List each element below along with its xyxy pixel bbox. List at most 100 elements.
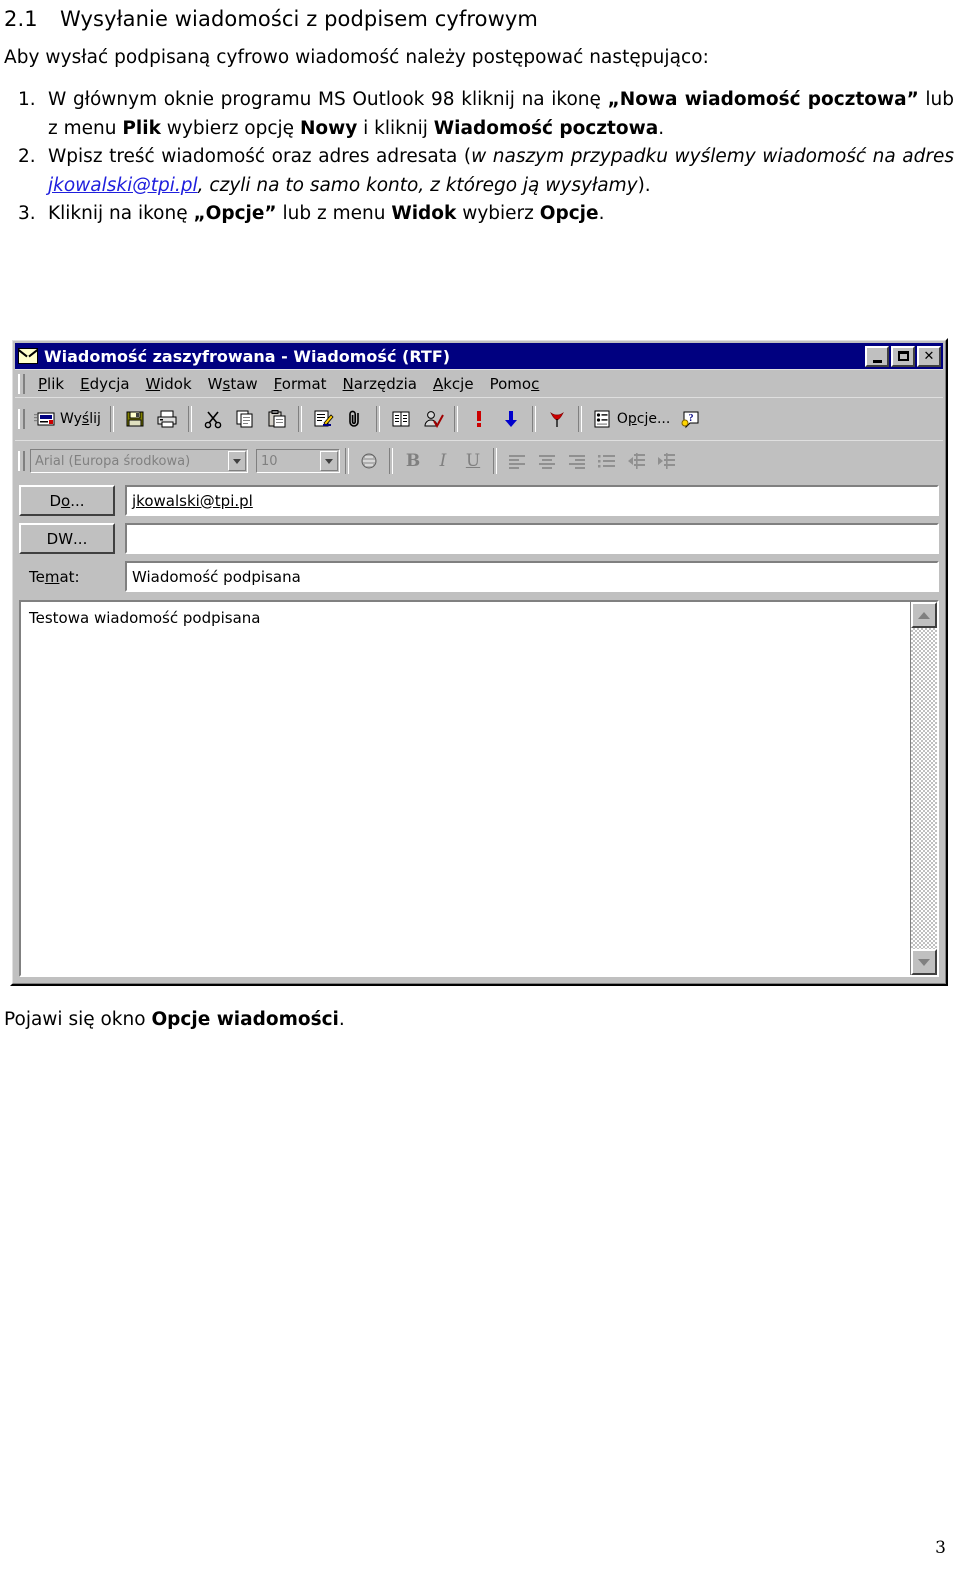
paperclip-icon <box>344 409 366 429</box>
subject-value: Wiadomość podpisana <box>132 567 301 586</box>
underline-icon: U <box>465 451 481 471</box>
fmtbar-grip[interactable] <box>18 451 25 471</box>
exclamation-icon <box>468 409 490 429</box>
toolbar-separator <box>493 448 497 474</box>
emphasis-italic: w naszym przypadku wyślemy wiadomość na … <box>471 146 954 167</box>
address-book-icon <box>390 409 412 429</box>
printer-icon <box>156 409 178 429</box>
scroll-down-button[interactable] <box>911 949 937 975</box>
menu-item-edycja[interactable]: Edycja <box>72 373 138 395</box>
triangle-down-icon <box>918 958 930 966</box>
subject-row: Temat: Wiadomość podpisana <box>19 561 939 592</box>
align-center-button[interactable] <box>532 447 562 475</box>
text-run: wybierz <box>456 203 540 224</box>
svg-text:?: ? <box>689 413 694 424</box>
cut-button[interactable] <box>197 403 229 435</box>
check-names-icon <box>422 409 444 429</box>
send-button[interactable]: Wyślij <box>30 403 105 435</box>
toolbar-separator <box>531 406 536 432</box>
bullet-list-icon <box>596 451 618 471</box>
close-button[interactable]: ✕ <box>917 345 941 367</box>
blue-down-arrow-icon <box>500 409 522 429</box>
font-name-combo[interactable]: Arial (Europa środkowa) <box>30 449 248 473</box>
attach-file-button[interactable] <box>339 403 371 435</box>
outlook-message-window: Wiadomość zaszyfrowana - Wiadomość (RTF)… <box>10 338 948 986</box>
menu-item-narzedzia[interactable]: Narzędzia <box>335 373 425 395</box>
red-flag-icon <box>546 409 568 429</box>
align-left-button[interactable] <box>502 447 532 475</box>
body-vertical-scrollbar[interactable] <box>910 602 937 975</box>
font-color-icon <box>358 451 380 471</box>
message-body-input[interactable]: Testowa wiadomość podpisana <box>21 602 910 975</box>
list-item: 3. Kliknij na ikonę „Opcje” lub z menu W… <box>0 200 960 229</box>
window-titlebar[interactable]: Wiadomość zaszyfrowana - Wiadomość (RTF)… <box>15 343 943 369</box>
align-right-button[interactable] <box>562 447 592 475</box>
menu-item-wstaw[interactable]: Wstaw <box>200 373 266 395</box>
scroll-track[interactable] <box>911 628 937 949</box>
clipboard-icon <box>266 409 288 429</box>
print-button[interactable] <box>151 403 183 435</box>
check-names-button[interactable] <box>417 403 449 435</box>
send-envelope-icon <box>34 409 56 429</box>
toolbar-grip[interactable] <box>18 409 25 429</box>
emphasis-italic: , czyli na to samo konto, z którego ją w… <box>197 174 638 196</box>
chevron-down-icon[interactable] <box>320 451 338 471</box>
align-right-icon <box>566 451 588 471</box>
italic-button[interactable]: I <box>428 447 458 475</box>
save-button[interactable] <box>119 403 151 435</box>
emphasis-bold: Wiadomość pocztowa <box>433 117 659 139</box>
cc-input[interactable] <box>125 523 939 554</box>
to-input[interactable]: jkowalski@tpi.pl <box>125 485 939 516</box>
menu-item-akcje[interactable]: Akcje <box>425 373 482 395</box>
to-button[interactable]: Do... <box>19 485 115 516</box>
emphasis-bold: Opcje <box>539 203 599 224</box>
text-run: Kliknij na ikonę <box>48 203 194 224</box>
menu-item-pomoc[interactable]: Pomoc <box>482 373 548 395</box>
cc-button[interactable]: DW... <box>19 523 115 554</box>
font-color-button[interactable] <box>354 447 384 475</box>
font-size-combo[interactable]: 10 <box>256 449 340 473</box>
options-button[interactable]: Opcje... <box>587 403 674 435</box>
list-item-text: Kliknij na ikonę „Opcje” lub z menu Wido… <box>48 200 954 229</box>
to-row: Do... jkowalski@tpi.pl <box>19 485 939 516</box>
list-item-number: 3. <box>18 203 36 224</box>
toolbar-separator <box>109 406 114 432</box>
document-body: 2.1 Wysyłanie wiadomości z podpisem cyfr… <box>0 0 960 229</box>
options-button-label: Opcje... <box>616 411 671 427</box>
increase-indent-button[interactable] <box>652 447 682 475</box>
minimize-button[interactable] <box>865 345 889 367</box>
subject-input[interactable]: Wiadomość podpisana <box>125 561 939 592</box>
menu-item-widok[interactable]: Widok <box>138 373 200 395</box>
scroll-up-button[interactable] <box>911 602 937 628</box>
address-book-button[interactable] <box>385 403 417 435</box>
menubar-grip[interactable] <box>18 373 25 394</box>
emphasis-bold: Plik <box>122 117 161 139</box>
signature-button[interactable] <box>307 403 339 435</box>
triangle-up-icon <box>918 611 930 619</box>
toolbar-separator <box>453 406 458 432</box>
list-item: 2. Wpisz treść wiadomość oraz adres adre… <box>0 143 960 200</box>
menu-item-format[interactable]: Format <box>266 373 335 395</box>
text-run: Pojawi się okno <box>4 1009 152 1030</box>
low-importance-button[interactable] <box>495 403 527 435</box>
increase-indent-icon <box>656 451 678 471</box>
flag-message-button[interactable] <box>541 403 573 435</box>
maximize-button[interactable] <box>891 345 915 367</box>
bold-button[interactable]: B <box>398 447 428 475</box>
copy-pages-icon <box>234 409 256 429</box>
bullet-list-button[interactable] <box>592 447 622 475</box>
toolbar-separator <box>375 406 380 432</box>
high-importance-button[interactable] <box>463 403 495 435</box>
decrease-indent-button[interactable] <box>622 447 652 475</box>
copy-button[interactable] <box>229 403 261 435</box>
bold-icon: B <box>405 451 421 471</box>
to-value: jkowalski@tpi.pl <box>132 491 253 510</box>
toolbar-separator <box>389 448 393 474</box>
menu-item-plik[interactable]: Plik <box>30 373 72 395</box>
help-button[interactable]: ? <box>674 403 706 435</box>
chevron-down-icon[interactable] <box>228 451 246 471</box>
email-link[interactable]: jkowalski@tpi.pl <box>48 175 198 196</box>
paste-button[interactable] <box>261 403 293 435</box>
message-headers: Do... jkowalski@tpi.pl DW... Temat: Wiad… <box>15 481 943 597</box>
underline-button[interactable]: U <box>458 447 488 475</box>
